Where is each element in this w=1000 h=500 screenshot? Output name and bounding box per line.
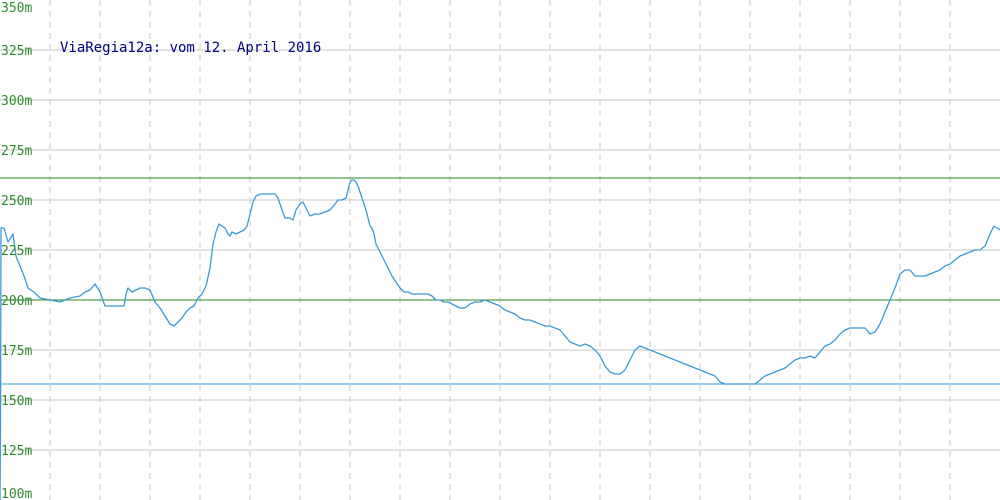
y-tick-labels: 350m 325m 300m 275m 250m 225m 200m 175m 150m 125m… [1,1,32,500]
y-tick-label: 150m [1,394,32,409]
y-tick-label: 225m [1,244,32,259]
y-tick-label: 275m [1,144,32,159]
y-tick-label: 300m [1,94,32,109]
y-tick-label: 200m [1,294,32,309]
y-tick-label: 350m [1,1,32,16]
y-tick-label: 100m [1,487,32,500]
y-tick-label: 125m [1,444,32,459]
y-tick-label: 325m [1,44,32,59]
elevation-chart-svg: 350m 325m 300m 275m 250m 225m 200m 175m 150m 125m… [0,0,1000,500]
y-tick-label: 250m [1,194,32,209]
chart-title: ViaRegia12a: vom 12. April 2016 [60,40,321,56]
elevation-chart: 350m 325m 300m 275m 250m 225m 200m 175m 150m 125m… [0,0,1000,500]
y-tick-label: 175m [1,344,32,359]
